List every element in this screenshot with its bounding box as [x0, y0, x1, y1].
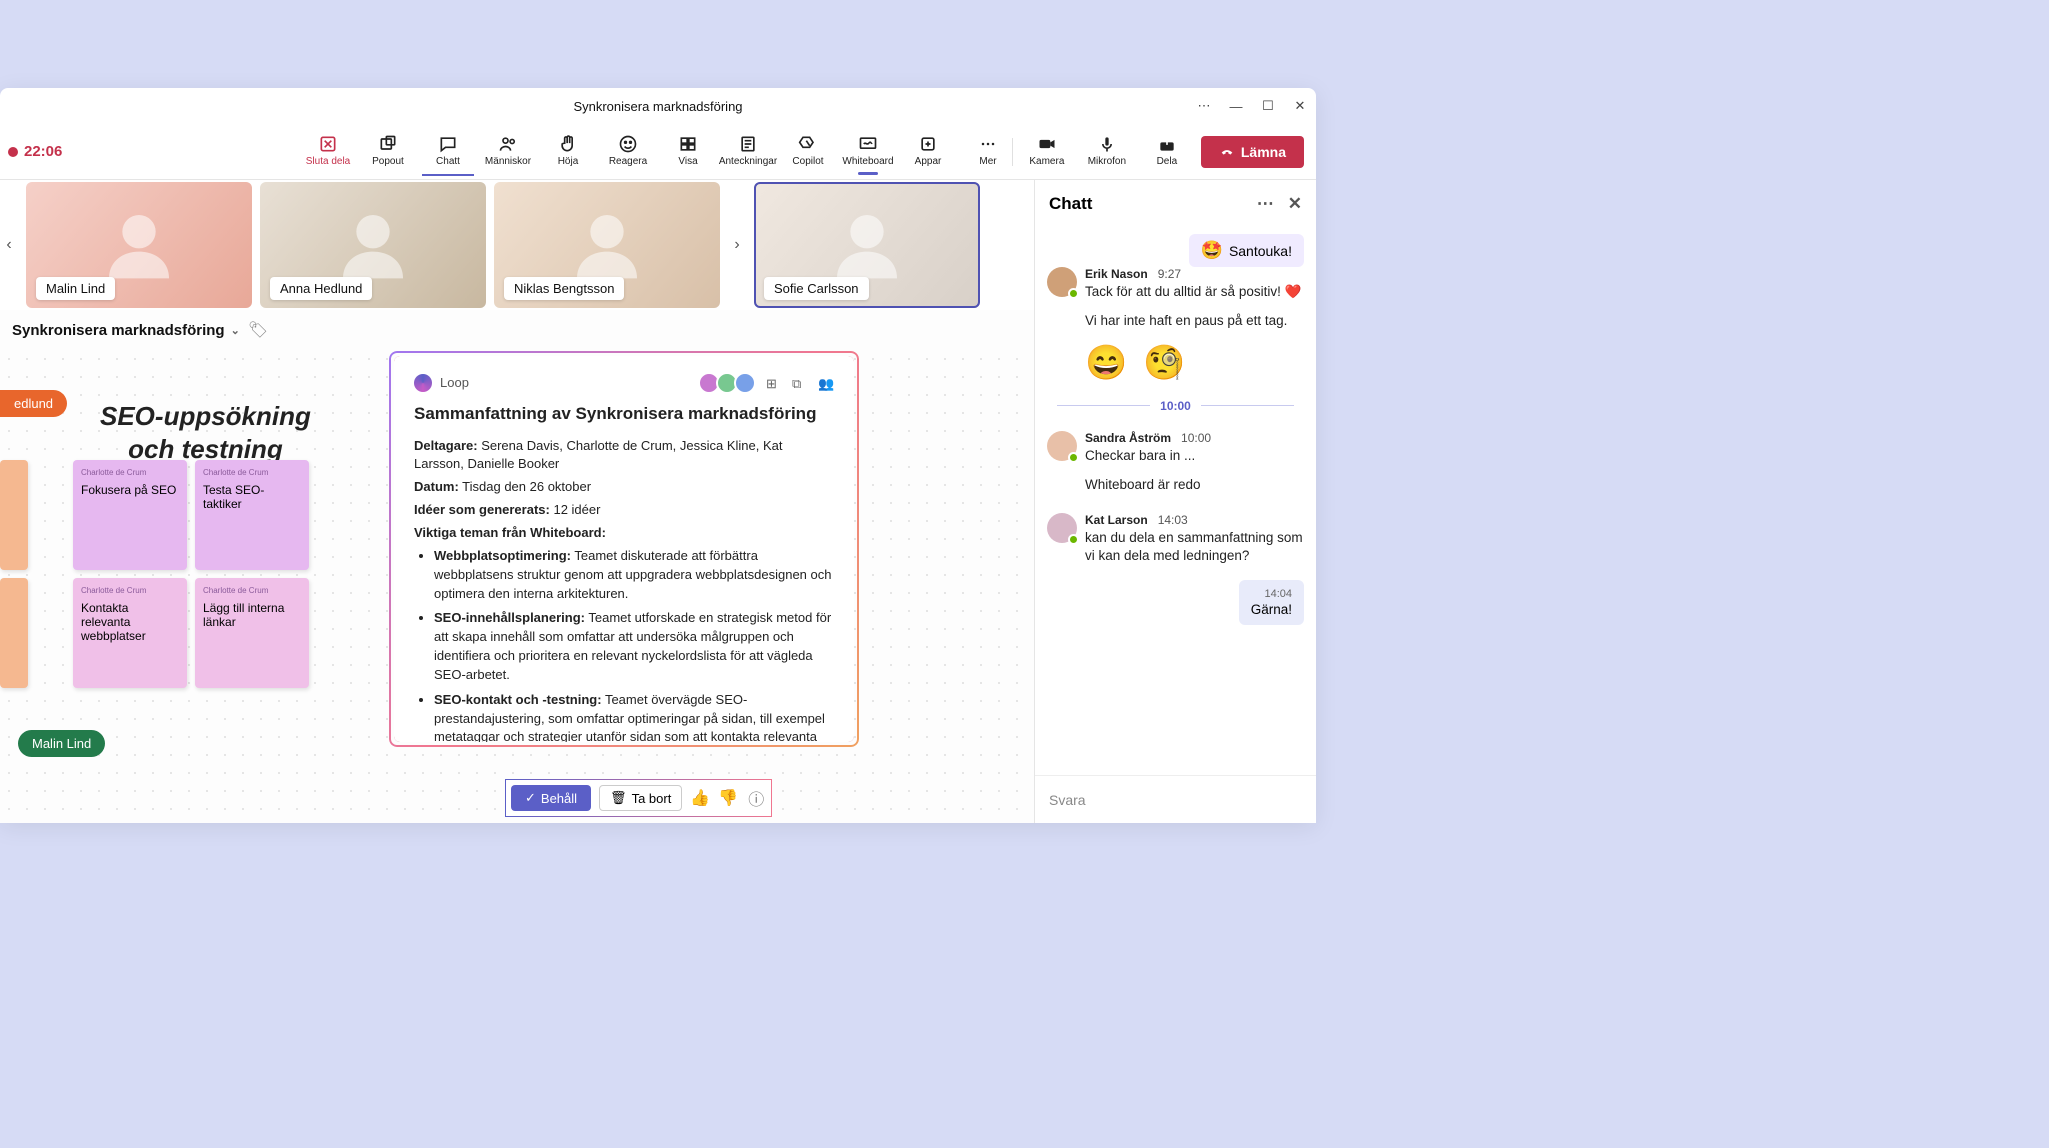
canvas-heading: SEO-uppsökning och testning [100, 400, 311, 465]
video-tile-active[interactable]: Sofie Carlsson [754, 182, 980, 308]
reply-input[interactable]: Svara [1035, 775, 1316, 823]
info-icon[interactable]: ⓘ [746, 788, 766, 808]
chat-header: Chatt ⋯ ✕ [1035, 180, 1316, 228]
raise-hand-button[interactable]: Höja [542, 128, 594, 176]
chevron-down-icon: ⌄ [231, 324, 240, 337]
popout-icon [378, 134, 398, 154]
minimize-icon[interactable]: — [1228, 98, 1244, 114]
presence-cursor: edlund [0, 390, 67, 417]
participant-name: Malin Lind [36, 277, 115, 300]
emoji-icon [618, 134, 638, 154]
loop-title: Sammanfattning av Synkronisera marknadsf… [414, 402, 834, 427]
grid-icon[interactable]: ⊞ [766, 375, 782, 391]
notes-button[interactable]: Anteckningar [722, 128, 774, 176]
stop-share-button[interactable]: Sluta dela [302, 128, 354, 176]
mic-button[interactable]: Mikrofon [1081, 128, 1133, 176]
participant-name: Sofie Carlsson [764, 277, 869, 300]
copilot-icon [798, 134, 818, 154]
people-icon [498, 134, 518, 154]
react-button[interactable]: Reagera [602, 128, 654, 176]
reaction-pill: 🤩 Santouka! [1189, 234, 1304, 267]
avatar [1047, 431, 1077, 461]
video-prev-button[interactable]: ‹ [0, 184, 18, 306]
keep-button[interactable]: ✓ Behåll [511, 785, 591, 811]
more-icon[interactable]: ⋯ [1196, 98, 1212, 114]
sticky-note[interactable] [0, 578, 28, 688]
chat-message: Erik Nason9:27 Tack för att du alltid är… [1047, 267, 1304, 331]
recording-indicator: 22:06 [8, 143, 62, 160]
avatar [1047, 267, 1077, 297]
chat-message: Kat Larson14:03 kan du dela en sammanfat… [1047, 513, 1304, 567]
sticky-note[interactable]: Charlotte de CrumKontakta relevanta webb… [73, 578, 187, 688]
record-dot-icon [8, 147, 18, 157]
notes-icon [738, 134, 758, 154]
apps-button[interactable]: Appar [902, 128, 954, 176]
video-tile[interactable]: Malin Lind [26, 182, 252, 308]
sticky-note[interactable] [0, 460, 28, 570]
close-icon[interactable]: ✕ [1292, 98, 1308, 114]
whiteboard-title[interactable]: Synkronisera marknadsföring ⌄ [12, 322, 240, 339]
share-up-icon [1157, 134, 1177, 154]
camera-button[interactable]: Kamera [1021, 128, 1073, 176]
share-button[interactable]: Dela [1141, 128, 1193, 176]
grin-emoji-icon: 😄 [1085, 343, 1127, 383]
sticky-note[interactable]: Charlotte de CrumTesta SEO-taktiker [195, 460, 309, 570]
popout-button[interactable]: Popout [362, 128, 414, 176]
monocle-emoji-icon: 🧐 [1143, 343, 1185, 383]
leave-button[interactable]: Lämna [1201, 136, 1304, 168]
loop-component[interactable]: Loop ⊞ ⧉ 👥 Sammanfattning av Synkroniser… [390, 352, 858, 746]
hand-icon [558, 134, 578, 154]
whiteboard-icon [858, 134, 878, 154]
stop-share-icon [318, 134, 338, 154]
video-next-button[interactable]: › [728, 184, 746, 306]
copy-icon[interactable]: ⧉ [792, 375, 808, 391]
copilot-button[interactable]: Copilot [782, 128, 834, 176]
outgoing-message: 14:04 Gärna! [1239, 580, 1304, 625]
window-title: Synkronisera marknadsföring [573, 99, 742, 114]
ellipsis-icon [978, 134, 998, 154]
starstruck-icon: 🤩 [1201, 240, 1223, 261]
chat-panel: Chatt ⋯ ✕ 🤩 Santouka! Erik Nason9:27 Tac… [1034, 180, 1316, 823]
tag-icon[interactable]: 🏷 [248, 320, 268, 340]
presence-cursor: Malin Lind [18, 730, 105, 757]
people-button[interactable]: Människor [482, 128, 534, 176]
view-button[interactable]: Visa [662, 128, 714, 176]
sticky-note[interactable]: Charlotte de CrumLägg till interna länka… [195, 578, 309, 688]
chat-body[interactable]: 🤩 Santouka! Erik Nason9:27 Tack för att … [1035, 228, 1316, 775]
chat-button[interactable]: Chatt [422, 128, 474, 176]
gallery-icon [678, 134, 698, 154]
maximize-icon[interactable]: ☐ [1260, 98, 1276, 114]
ai-suggestion-bar: ✓ Behåll 🗑 Ta bort 👍 👎 ⓘ [505, 779, 772, 817]
whiteboard-button[interactable]: Whiteboard [842, 128, 894, 176]
participant-name: Anna Hedlund [270, 277, 372, 300]
titlebar: Synkronisera marknadsföring ⋯ — ☐ ✕ [0, 88, 1316, 124]
video-tile[interactable]: Niklas Bengtsson [494, 182, 720, 308]
chat-icon [438, 134, 458, 154]
time-divider: 10:00 [1047, 399, 1304, 413]
share-people-icon[interactable]: 👥 [818, 375, 834, 391]
thumbs-up-icon[interactable]: 👍 [690, 788, 710, 808]
video-tile[interactable]: Anna Hedlund [260, 182, 486, 308]
emoji-row: 😄 🧐 [1047, 343, 1304, 383]
recording-time: 22:06 [24, 143, 62, 160]
camera-icon [1037, 134, 1057, 154]
thumbs-down-icon[interactable]: 👎 [718, 788, 738, 808]
loop-logo-icon [414, 374, 432, 392]
meeting-window: Synkronisera marknadsföring ⋯ — ☐ ✕ 22:0… [0, 88, 1316, 823]
phone-down-icon [1219, 144, 1235, 160]
mic-icon [1097, 134, 1117, 154]
chat-more-icon[interactable]: ⋯ [1257, 194, 1274, 214]
apps-icon [918, 134, 938, 154]
trash-icon: 🗑 [610, 790, 627, 806]
sticky-note[interactable]: Charlotte de CrumFokusera på SEO [73, 460, 187, 570]
avatar [1047, 513, 1077, 543]
loop-avatars [702, 372, 756, 394]
discard-button[interactable]: 🗑 Ta bort [599, 785, 682, 811]
more-button[interactable]: Mer [962, 128, 1014, 176]
chat-message: Sandra Åström10:00 Checkar bara in ... W… [1047, 431, 1304, 495]
loop-badge: Loop [440, 374, 469, 393]
participant-name: Niklas Bengtsson [504, 277, 624, 300]
chat-close-icon[interactable]: ✕ [1288, 194, 1302, 214]
meeting-toolbar: 22:06 Sluta dela Popout Chatt Människor … [0, 124, 1316, 180]
